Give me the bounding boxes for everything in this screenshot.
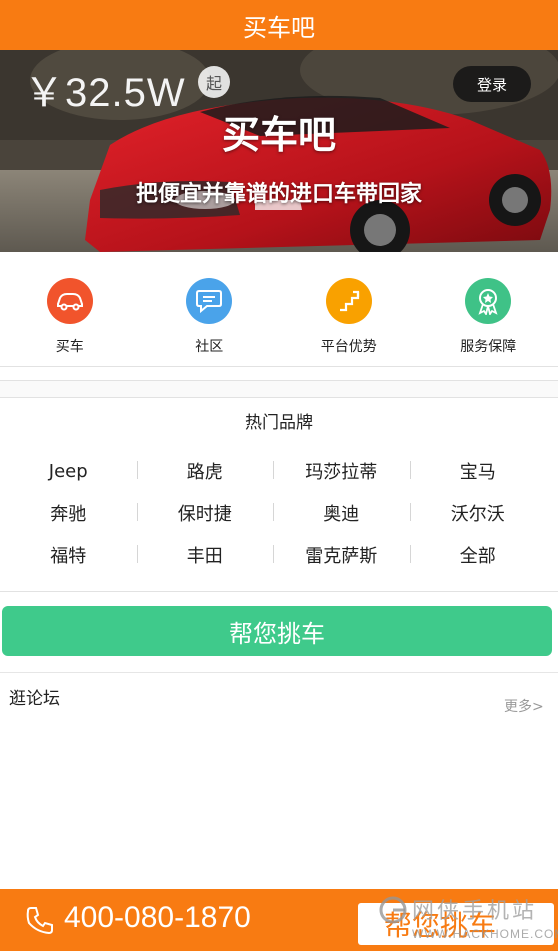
quicknav-community[interactable]: 社区: [140, 252, 280, 366]
brand-link[interactable]: 丰田: [136, 542, 274, 568]
brand-link[interactable]: 路虎: [136, 458, 274, 484]
chat-bubble-icon: [186, 278, 233, 324]
watermark-url: WWW.HACKHOME.COM: [412, 927, 558, 941]
hero-banner[interactable]: ￥32.5W 起 登录 买车吧 把便宜并靠谱的进口车带回家: [0, 50, 558, 252]
divider: [0, 366, 558, 367]
brand-row: 奔驰 保时捷 奥迪 沃尔沃: [0, 492, 546, 534]
top-bar: 买车吧: [0, 0, 558, 50]
medal-icon: [465, 278, 512, 324]
brand-link[interactable]: 宝马: [409, 458, 547, 484]
quicknav-label: 平台优势: [320, 339, 377, 355]
pick-car-button[interactable]: 帮您挑车: [2, 606, 552, 656]
brand-link[interactable]: 奥迪: [273, 500, 410, 526]
hot-brands-title: 热门品牌: [245, 413, 313, 433]
phone-icon: [26, 907, 53, 935]
banner-subtitle: 把便宜并靠谱的进口车带回家: [135, 182, 422, 207]
divider: [0, 591, 558, 592]
brand-grid: Jeep 路虎 玛莎拉蒂 宝马 奔驰 保时捷 奥迪 沃尔沃 福特 丰田 雷克萨斯…: [0, 450, 546, 576]
watermark-logo-icon: [379, 896, 407, 924]
brand-row: Jeep 路虎 玛莎拉蒂 宝马: [0, 450, 546, 492]
quicknav-label: 社区: [195, 339, 224, 355]
watermark: 网侠手机站 WWW.HACKHOME.COM: [378, 893, 558, 945]
login-button[interactable]: 登录: [453, 66, 531, 102]
divider: [0, 672, 558, 673]
watermark-text: 网侠手机站: [412, 899, 538, 924]
stairs-icon: [325, 278, 372, 324]
app-screen: 买车吧 ￥32.5W 起 登录 买车吧 把便宜并靠谱的进口车带回家 买车 社区 …: [0, 0, 558, 951]
quicknav-buy-car[interactable]: 买车: [0, 252, 140, 366]
quicknav-platform-advantage[interactable]: 平台优势: [279, 252, 419, 366]
brand-link[interactable]: Jeep: [0, 461, 137, 482]
section-gap: [0, 380, 558, 398]
brand-link[interactable]: 玛莎拉蒂: [273, 458, 410, 484]
hotline-number[interactable]: 400-080-1870: [64, 901, 251, 935]
forum-section-title: 逛论坛: [9, 689, 60, 709]
quicknav-label: 买车: [55, 339, 84, 355]
quicknav-service-guarantee[interactable]: 服务保障: [419, 252, 558, 366]
brand-link[interactable]: 全部: [409, 542, 547, 568]
brand-link[interactable]: 沃尔沃: [409, 500, 547, 526]
quick-nav: 买车 社区 平台优势 服务保障: [0, 252, 558, 366]
car-icon: [46, 278, 93, 324]
brand-link[interactable]: 奔驰: [0, 500, 137, 526]
quicknav-label: 服务保障: [460, 339, 517, 355]
app-title: 买车吧: [243, 13, 315, 42]
brand-link[interactable]: 福特: [0, 542, 137, 568]
brand-row: 福特 丰田 雷克萨斯 全部: [0, 534, 546, 576]
brand-link[interactable]: 雷克萨斯: [273, 542, 410, 568]
banner-title: 买车吧: [221, 113, 336, 157]
price-suffix-badge: 起: [198, 66, 230, 98]
forum-more-link[interactable]: 更多>: [504, 696, 544, 716]
brand-link[interactable]: 保时捷: [136, 500, 274, 526]
bottom-bar: 400-080-1870 帮您挑车 网侠手机站 WWW.HACKHOME.COM: [0, 889, 558, 951]
